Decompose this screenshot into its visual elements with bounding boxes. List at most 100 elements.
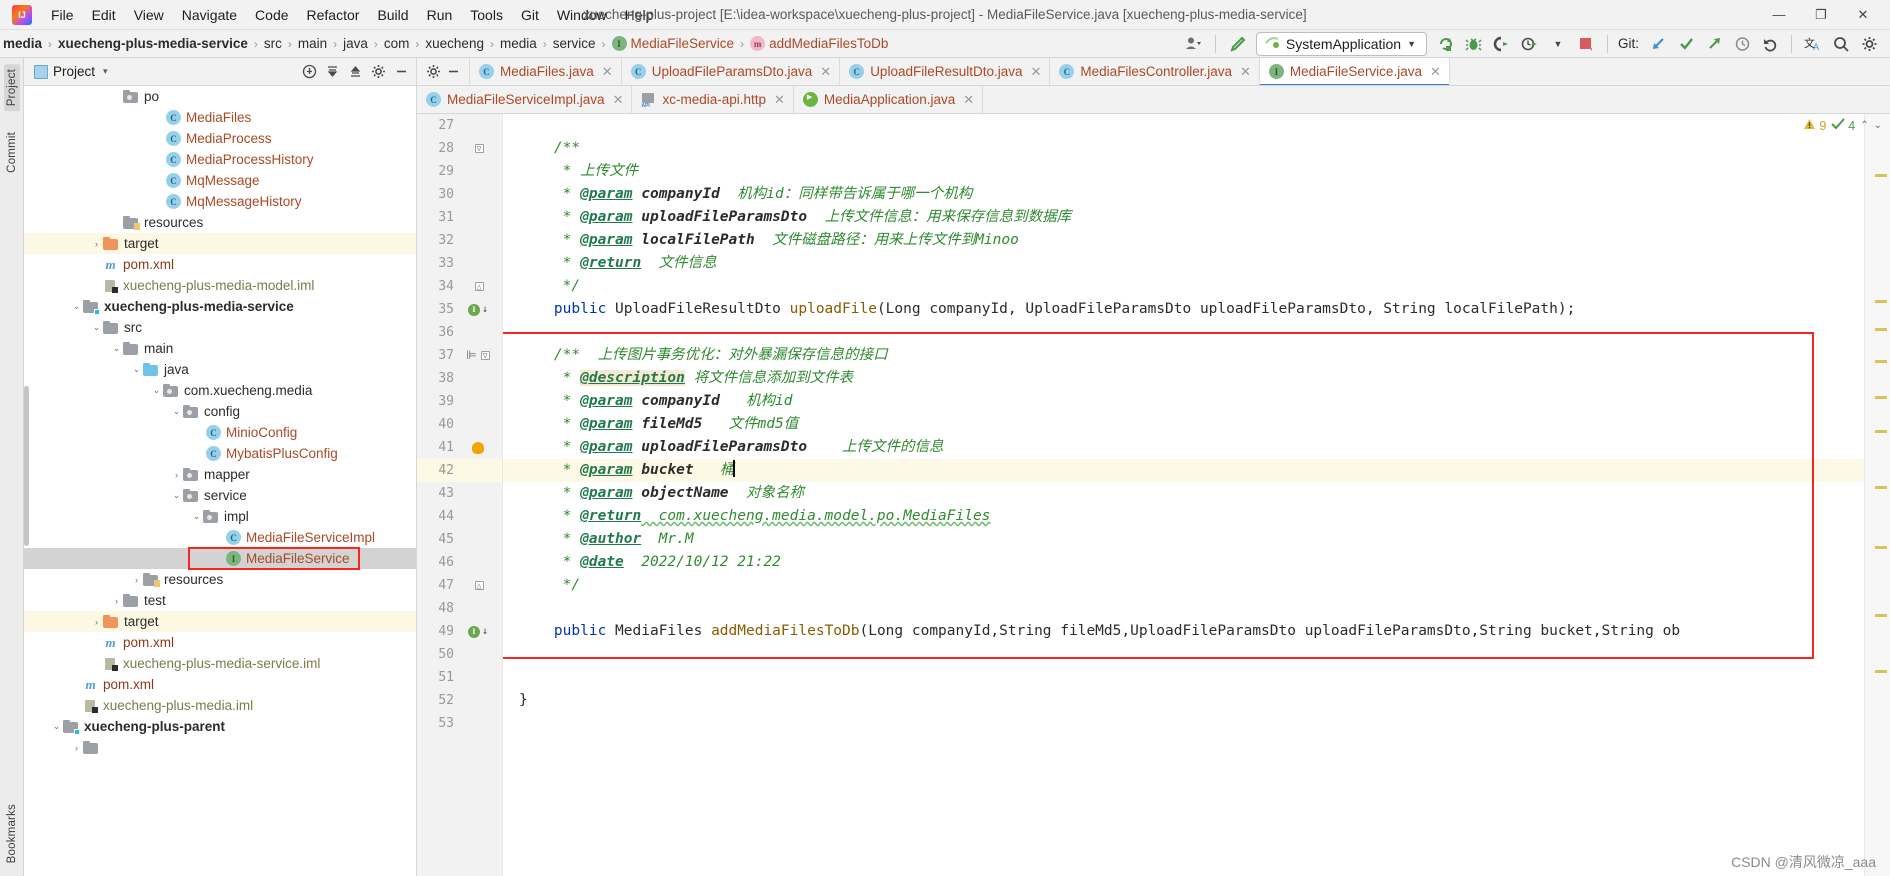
hide-editor-icon[interactable] bbox=[443, 61, 463, 83]
close-tab-icon[interactable]: ✕ bbox=[963, 92, 974, 108]
tree-node-mqmessage[interactable]: C MqMessage bbox=[24, 170, 416, 191]
inspection-mark[interactable] bbox=[1875, 174, 1887, 177]
gutter-line-46[interactable]: 46 bbox=[417, 551, 502, 574]
chevron-right-icon[interactable]: › bbox=[70, 743, 83, 753]
tree-node-main[interactable]: ⌄ main bbox=[24, 338, 416, 359]
gutter-line-44[interactable]: 44 bbox=[417, 505, 502, 528]
tree-node-pom.xml[interactable]: m pom.xml bbox=[24, 674, 416, 695]
chevron-down-icon[interactable]: ⌄ bbox=[50, 721, 63, 732]
code-line-36[interactable] bbox=[503, 321, 1864, 344]
gutter-line-32[interactable]: 32 bbox=[417, 229, 502, 252]
tree-node-mediaprocess[interactable]: C MediaProcess bbox=[24, 128, 416, 149]
gutter-line-30[interactable]: 30 bbox=[417, 183, 502, 206]
project-tree[interactable]: po C MediaFiles C MediaProcess C MediaProcessH… bbox=[24, 86, 416, 876]
editor-tab-mediafilescontroller-java[interactable]: C MediaFilesController.java ✕ bbox=[1050, 58, 1260, 85]
gutter-line-41[interactable]: 41 bbox=[417, 436, 502, 459]
breadcrumb-java[interactable]: java bbox=[340, 34, 371, 53]
code-line-52[interactable]: } bbox=[503, 689, 1864, 712]
tree-node-mybatisplusconfig[interactable]: C MybatisPlusConfig bbox=[24, 443, 416, 464]
tree-node-com.xuecheng.media[interactable]: ⌄ com.xuecheng.media bbox=[24, 380, 416, 401]
maximize-button[interactable]: ❐ bbox=[1800, 1, 1842, 29]
code-line-38[interactable]: * @description 将文件信息添加到文件表 bbox=[503, 367, 1864, 390]
code-line-47[interactable]: */ bbox=[503, 574, 1864, 597]
code-line-53[interactable] bbox=[503, 712, 1864, 735]
gutter-line-36[interactable]: 36 bbox=[417, 321, 502, 344]
close-tab-icon[interactable]: ✕ bbox=[1031, 64, 1042, 80]
gutter-line-52[interactable]: 52 bbox=[417, 689, 502, 712]
gutter-line-42[interactable]: 42 bbox=[417, 459, 502, 482]
editor-tab-mediaapplication-java[interactable]: MediaApplication.java ✕ bbox=[793, 86, 984, 113]
chevron-down-icon[interactable]: ▾ bbox=[103, 66, 108, 77]
chevron-down-icon[interactable]: ⌄ bbox=[190, 511, 203, 522]
tree-node-minioconfig[interactable]: C MinioConfig bbox=[24, 422, 416, 443]
tree-node-xuecheng-plus-media-service[interactable]: ⌄ xuecheng-plus-media-service bbox=[24, 296, 416, 317]
chevron-down-icon[interactable]: ⌄ bbox=[170, 406, 183, 417]
stop-icon[interactable] bbox=[1573, 32, 1599, 56]
tree-node-mqmessagehistory[interactable]: C MqMessageHistory bbox=[24, 191, 416, 212]
translate-icon[interactable]: 文A bbox=[1800, 32, 1826, 56]
git-history-icon[interactable] bbox=[1729, 32, 1755, 56]
fold-open-icon[interactable]: ▽ bbox=[480, 351, 490, 360]
debug-bug-icon[interactable] bbox=[1461, 32, 1487, 56]
gutter-line-31[interactable]: 31 bbox=[417, 206, 502, 229]
code-line-45[interactable]: * @author Mr.M bbox=[503, 528, 1864, 551]
inspection-mark[interactable] bbox=[1875, 486, 1887, 489]
collapse-all-icon[interactable] bbox=[321, 61, 343, 83]
menu-edit[interactable]: Edit bbox=[83, 3, 125, 27]
inspection-mark[interactable] bbox=[1875, 670, 1887, 673]
next-problem-icon[interactable]: ⌄ bbox=[1874, 120, 1882, 131]
minimize-button[interactable]: — bbox=[1758, 1, 1800, 29]
inspection-mark[interactable] bbox=[1875, 300, 1887, 303]
tree-node-mediaprocesshistory[interactable]: C MediaProcessHistory bbox=[24, 149, 416, 170]
gutter-line-53[interactable]: 53 bbox=[417, 712, 502, 735]
fold-close-icon[interactable]: △ bbox=[474, 282, 484, 291]
tree-node-mapper[interactable]: › mapper bbox=[24, 464, 416, 485]
code-line-28[interactable]: /** bbox=[503, 137, 1864, 160]
breadcrumb-media[interactable]: media bbox=[497, 34, 540, 53]
tree-node-mediafileservice[interactable]: I MediaFileService bbox=[24, 548, 416, 569]
code-editor[interactable]: 27 28 ▽ 29 30 31 32 33 34 △ 35 I ↓ 36 37 ⊫ ▽ 38 39 40 41 42 43… bbox=[417, 114, 1890, 876]
menu-file[interactable]: File bbox=[42, 3, 83, 27]
inspection-mark[interactable] bbox=[1875, 328, 1887, 331]
breadcrumb-com[interactable]: com bbox=[381, 34, 413, 53]
gutter-line-40[interactable]: 40 bbox=[417, 413, 502, 436]
gutter-line-45[interactable]: 45 bbox=[417, 528, 502, 551]
menu-code[interactable]: Code bbox=[246, 3, 297, 27]
editor-tab-row-1[interactable]: C MediaFiles.java ✕ C UploadFileParamsDto.ja… bbox=[417, 58, 1890, 86]
tree-node-xuecheng-plus-media-model.iml[interactable]: xuecheng-plus-media-model.iml bbox=[24, 275, 416, 296]
gutter-line-38[interactable]: 38 bbox=[417, 367, 502, 390]
user-avatar-icon[interactable] bbox=[1181, 32, 1207, 56]
tree-node-src[interactable]: ⌄ src bbox=[24, 317, 416, 338]
breadcrumb-mediafileservice[interactable]: I MediaFileService bbox=[609, 34, 738, 53]
chevron-down-icon[interactable]: ⌄ bbox=[170, 490, 183, 501]
build-hammer-icon[interactable] bbox=[1224, 32, 1250, 56]
gutter-line-35[interactable]: 35 I ↓ bbox=[417, 298, 502, 321]
menu-refactor[interactable]: Refactor bbox=[298, 3, 369, 27]
code-line-44[interactable]: * @return com.xuecheng.media.model.po.Me… bbox=[503, 505, 1864, 528]
menu-window[interactable]: Window bbox=[548, 3, 616, 27]
settings-gear-icon[interactable] bbox=[367, 61, 389, 83]
code-line-31[interactable]: * @param uploadFileParamsDto 上传文件信息：用来保存… bbox=[503, 206, 1864, 229]
rerun-icon[interactable] bbox=[1433, 32, 1459, 56]
chevron-right-icon[interactable]: › bbox=[90, 239, 103, 249]
gutter-line-27[interactable]: 27 bbox=[417, 114, 502, 137]
close-tab-icon[interactable]: ✕ bbox=[1430, 64, 1441, 80]
menu-build[interactable]: Build bbox=[368, 3, 417, 27]
tree-node-mediafiles[interactable]: C MediaFiles bbox=[24, 107, 416, 128]
code-line-37[interactable]: /** 上传图片事务优化：对外暴漏保存信息的接口 bbox=[503, 344, 1864, 367]
code-line-49[interactable]: public MediaFiles addMediaFilesToDb(Long… bbox=[503, 620, 1864, 643]
close-tab-icon[interactable]: ✕ bbox=[774, 92, 785, 108]
gutter-line-51[interactable]: 51 bbox=[417, 666, 502, 689]
implemented-method-marker-icon[interactable]: I bbox=[467, 625, 480, 638]
chevron-right-icon[interactable]: › bbox=[170, 470, 183, 480]
settings-gear-icon[interactable] bbox=[1856, 32, 1882, 56]
chevron-down-icon[interactable]: ⌄ bbox=[130, 364, 143, 375]
tree-node-target[interactable]: › target bbox=[24, 611, 416, 632]
gutter-line-49[interactable]: 49 I ↓ bbox=[417, 620, 502, 643]
inspection-mark[interactable] bbox=[1875, 396, 1887, 399]
gutter-line-50[interactable]: 50 bbox=[417, 643, 502, 666]
gutter-line-37[interactable]: 37 ⊫ ▽ bbox=[417, 344, 502, 367]
fold-close-icon[interactable]: △ bbox=[474, 581, 484, 590]
editor-tab-row-2[interactable]: CMediaFileServiceImpl.java✕xc-media-api.… bbox=[417, 86, 1890, 114]
previous-problem-icon[interactable]: ⌃ bbox=[1860, 120, 1868, 131]
